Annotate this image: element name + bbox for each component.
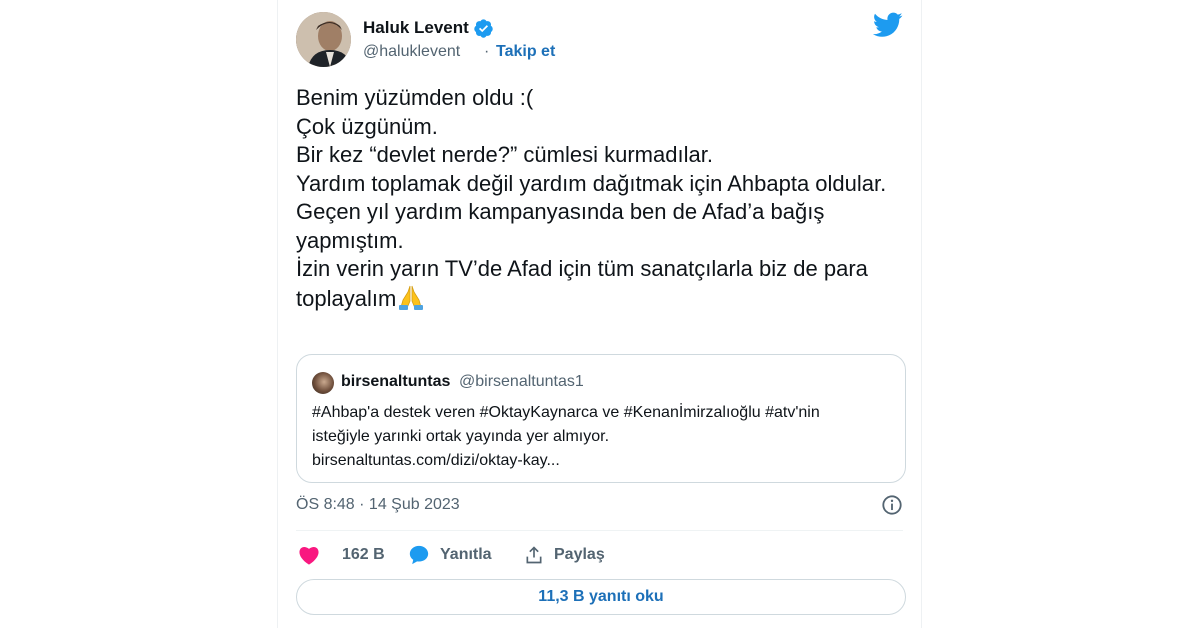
tweet-card: Haluk Levent @haluklevent · Takip et Ben… xyxy=(277,0,922,628)
author-handle[interactable]: @haluklevent xyxy=(363,43,460,61)
folded-hands-icon xyxy=(397,284,425,318)
tweet-text-content: Benim yüzümden oldu :( Çok üzgünüm. Bir … xyxy=(296,85,887,311)
quote-author-avatar xyxy=(312,372,334,394)
share-upload-icon xyxy=(526,546,542,564)
reply-label: Yanıtla xyxy=(440,546,492,563)
quote-text-line: isteğiyle yarınki ortak yayında yer almı… xyxy=(312,428,610,445)
like-count: 162 B xyxy=(342,546,385,563)
author-avatar[interactable] xyxy=(296,12,351,67)
like-button[interactable]: 162 B xyxy=(298,540,385,570)
tweet-timestamp[interactable]: ÖS 8:48 · 14 Şub 2023 xyxy=(296,496,460,514)
read-replies-button[interactable]: 11,3 B yanıtı oku xyxy=(296,579,906,615)
quote-author-name: birsenaltuntas xyxy=(341,373,451,390)
share-button[interactable]: Paylaş xyxy=(524,540,605,570)
author-name[interactable]: Haluk Levent xyxy=(363,18,469,38)
divider xyxy=(296,530,903,531)
quoted-tweet[interactable]: birsenaltuntas @birsenaltuntas1 #Ahbap'a… xyxy=(296,354,906,483)
tweet-actions: 162 B Yanıtla Paylaş xyxy=(296,540,906,570)
share-label: Paylaş xyxy=(554,546,605,563)
reply-button[interactable]: Yanıtla xyxy=(408,540,492,570)
verified-badge-icon xyxy=(474,19,493,38)
follow-button[interactable]: Takip et xyxy=(496,43,555,61)
quote-text: #Ahbap'a destek veren #OktayKaynarca ve … xyxy=(312,401,897,473)
heart-icon xyxy=(299,546,319,565)
quote-link[interactable]: birsenaltuntas.com/dizi/oktay-kay... xyxy=(312,449,897,473)
quote-text-line: #Ahbap'a destek veren #OktayKaynarca ve … xyxy=(312,404,820,421)
twitter-bird-icon[interactable] xyxy=(873,12,903,38)
quote-author-handle: @birsenaltuntas1 xyxy=(459,373,584,390)
separator-dot: · xyxy=(484,43,490,60)
info-icon[interactable] xyxy=(881,494,903,516)
tweet-header: Haluk Levent @haluklevent · Takip et xyxy=(296,12,903,68)
speech-bubble-icon xyxy=(409,545,429,565)
tweet-text: Benim yüzümden oldu :( Çok üzgünüm. Bir … xyxy=(296,84,906,317)
